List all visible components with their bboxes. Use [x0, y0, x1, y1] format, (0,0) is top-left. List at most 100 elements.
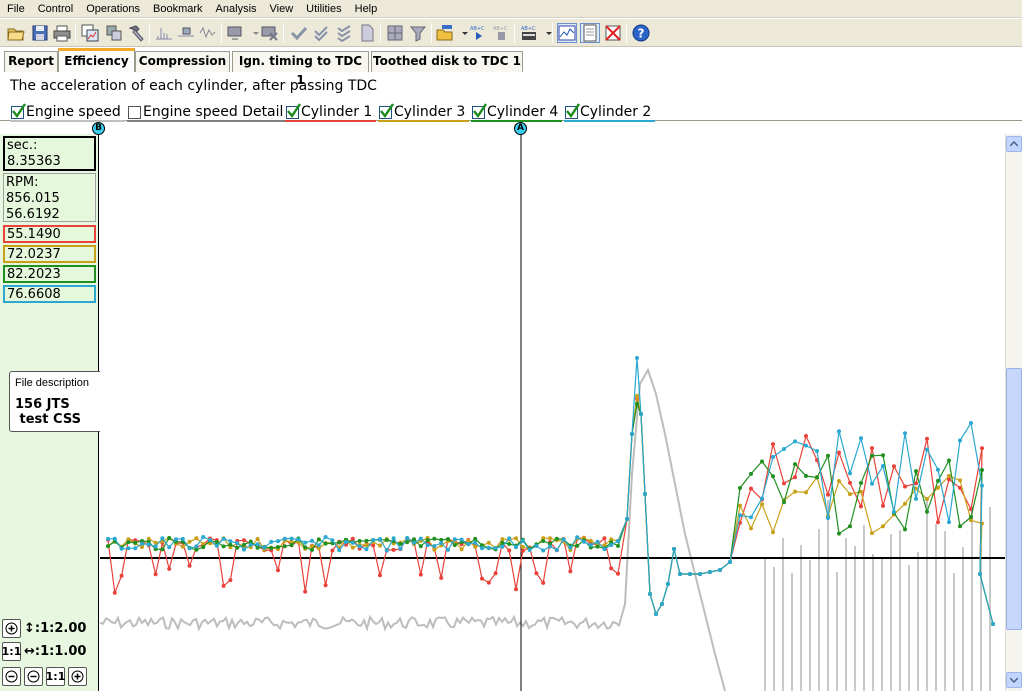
tab-toothed-disk[interactable]: Toothed disk to TDC 1	[371, 51, 523, 72]
checkbox-checked-icon[interactable]	[565, 102, 580, 119]
step-sequence-icon[interactable]: AB+C	[468, 23, 488, 43]
print-icon[interactable]	[52, 23, 72, 43]
zoom-out-button[interactable]	[24, 666, 43, 686]
hammer-icon[interactable]	[126, 23, 146, 43]
menu-operations[interactable]: Operations	[79, 0, 146, 18]
cylinder-3-point	[771, 530, 775, 535]
cylinder-2-point	[588, 543, 593, 548]
zoom-in-vertical-button[interactable]	[2, 618, 21, 638]
cylinder-1-point	[936, 520, 940, 525]
vertical-scrollbar[interactable]	[1005, 134, 1022, 691]
legend-cylinder-1[interactable]: Cylinder 1	[285, 102, 377, 122]
cylinder-2-point	[698, 572, 702, 576]
scrollbar-thumb[interactable]	[1006, 368, 1022, 630]
checkbox-unchecked-icon[interactable]	[128, 105, 141, 119]
cylinder-2-point	[282, 536, 287, 541]
cylinder-3-point	[635, 394, 639, 398]
cylinder-4-point	[903, 527, 907, 532]
monitor-dropdown-icon[interactable]	[226, 23, 246, 43]
legend-cylinder-2[interactable]: Cylinder 2	[564, 102, 656, 122]
double-check-icon[interactable]	[312, 23, 332, 43]
cylinder-1-point	[881, 503, 885, 508]
cylinder-1-point	[609, 566, 614, 571]
page-view-icon[interactable]	[580, 23, 600, 43]
copy-chart-icon[interactable]	[80, 23, 100, 43]
calculator-icon[interactable]: AB+C	[519, 23, 539, 43]
tab-compression[interactable]: Compression	[135, 51, 230, 72]
checkbox-checked-icon[interactable]	[472, 102, 487, 119]
cylinder-2-point	[978, 572, 982, 576]
cylinder-3-point	[947, 473, 951, 478]
cylinder-4-point	[255, 545, 260, 550]
peak-icon[interactable]	[154, 23, 174, 43]
cylinder-1-point	[228, 578, 233, 583]
cylinder-4-point	[269, 546, 274, 550]
check-icon[interactable]	[289, 23, 309, 43]
save-icon[interactable]	[30, 23, 50, 43]
cursor-b-marker[interactable]: B	[92, 122, 105, 135]
cylinder-2-point	[242, 547, 246, 552]
help-icon[interactable]: ?	[631, 23, 651, 43]
cylinder-2-point	[582, 539, 586, 544]
legend-cylinder-3[interactable]: Cylinder 3	[378, 102, 470, 122]
legend-engine-speed-detail[interactable]: Engine speed Detail	[127, 102, 288, 122]
document-icon[interactable]	[357, 23, 377, 43]
cylinder-3-point	[760, 502, 764, 507]
scroll-down-button[interactable]	[1006, 672, 1022, 688]
dropdown-arrow-icon[interactable]	[539, 23, 559, 43]
checkbox-checked-icon[interactable]	[286, 102, 301, 119]
reset-zoom-horizontal-button[interactable]: 1:1	[46, 666, 65, 686]
cursor-a-marker[interactable]: A	[514, 122, 527, 135]
cylinder-4-point	[425, 538, 430, 543]
tab-report[interactable]: Report	[4, 51, 58, 72]
zoom-out-horizontal-button[interactable]	[2, 666, 21, 686]
menu-help[interactable]: Help	[348, 0, 384, 18]
open-icon[interactable]	[6, 23, 26, 43]
layers-icon[interactable]	[104, 23, 124, 43]
scroll-up-button[interactable]	[1006, 136, 1022, 152]
legend-engine-speed[interactable]: Engine speed	[10, 102, 125, 122]
chart-view-icon[interactable]	[557, 23, 577, 43]
cylinder-1-point	[782, 481, 786, 486]
cylinder-acceleration-chart[interactable]	[100, 134, 1005, 691]
menu-control[interactable]: Control	[31, 0, 79, 18]
delete-view-icon[interactable]	[603, 23, 623, 43]
cylinder-2-point	[357, 544, 362, 549]
cylinder-4-point	[541, 539, 546, 543]
toolbar-separator	[552, 23, 553, 43]
cylinder-4-point	[804, 474, 808, 478]
legend-label: Engine speed Detail	[143, 104, 284, 120]
cylinder-4-point	[221, 544, 226, 549]
cylinder-2-point	[708, 570, 712, 574]
cylinder-2-point	[466, 542, 471, 547]
menu-view[interactable]: View	[263, 0, 300, 18]
cylinder-2-point	[344, 540, 348, 544]
filter-icon[interactable]	[408, 23, 428, 43]
triple-check-icon[interactable]	[335, 23, 355, 43]
cursor-pin-icon[interactable]	[176, 23, 196, 43]
monitor-remove-icon[interactable]	[260, 23, 280, 43]
reset-zoom-vertical-button[interactable]: 1:1	[2, 641, 21, 661]
checkbox-checked-icon[interactable]	[379, 102, 394, 119]
legend-cylinder-4[interactable]: Cylinder 4	[471, 102, 563, 122]
cylinder-3-point	[903, 501, 907, 506]
menu-bookmark[interactable]: Bookmark	[146, 0, 209, 18]
cylinder-3-point	[520, 545, 525, 549]
cylinder-1-point	[914, 481, 918, 486]
waveform-icon[interactable]	[198, 23, 218, 43]
tab-ign-timing[interactable]: Ign. timing to TDC 1	[232, 51, 369, 87]
zoom-in-horizontal-button[interactable]	[68, 666, 87, 686]
menu-utilities[interactable]: Utilities	[299, 0, 347, 18]
cylinder-2-point	[255, 542, 260, 547]
menu-analysis[interactable]: Analysis	[209, 0, 263, 18]
grid-icon[interactable]	[385, 23, 405, 43]
cylinder-4-point	[826, 453, 830, 458]
cylinder-3-point	[194, 536, 199, 541]
toolbar: AB+C AB+C AB+C ?	[0, 19, 1022, 47]
tab-efficiency[interactable]: Efficiency	[58, 48, 135, 72]
open-sequence-icon[interactable]	[435, 23, 455, 43]
menu-file[interactable]: File	[0, 0, 31, 18]
cylinder-2-point	[398, 546, 403, 551]
stop-sequence-icon[interactable]: AB+C	[491, 23, 511, 43]
checkbox-checked-icon[interactable]	[11, 102, 26, 119]
